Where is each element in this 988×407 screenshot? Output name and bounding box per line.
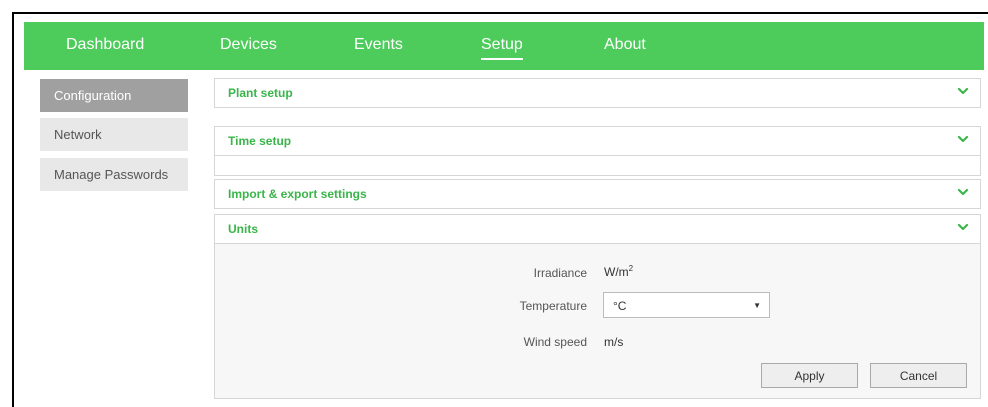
panel-title: Import & export settings	[228, 187, 367, 201]
irradiance-value: W/m2	[604, 264, 633, 279]
units-panel-body: Irradiance W/m2 Temperature °C ▼ Wind sp…	[214, 244, 981, 399]
time-setup-body	[214, 156, 981, 176]
cancel-button[interactable]: Cancel	[870, 363, 967, 388]
panel-units[interactable]: Units	[214, 214, 981, 244]
nav-events[interactable]: Events	[354, 35, 403, 55]
irradiance-label: Irradiance	[533, 266, 587, 280]
top-navbar: Dashboard Devices Events Setup About	[24, 22, 984, 70]
panel-plant-setup[interactable]: Plant setup	[214, 78, 981, 108]
irradiance-unit: W/m	[604, 265, 629, 279]
chevron-down-icon[interactable]	[956, 132, 970, 146]
irradiance-exponent: 2	[628, 264, 634, 273]
nav-setup[interactable]: Setup	[481, 35, 523, 60]
chevron-down-icon[interactable]	[956, 220, 970, 234]
panel-title: Time setup	[228, 134, 292, 148]
panel-time-setup[interactable]: Time setup	[214, 126, 981, 156]
sidebar-item-configuration[interactable]: Configuration	[40, 79, 188, 112]
wind-speed-label: Wind speed	[523, 335, 587, 349]
nav-about[interactable]: About	[604, 35, 646, 55]
panel-import-export[interactable]: Import & export settings	[214, 179, 981, 209]
sidebar-item-network[interactable]: Network	[40, 118, 188, 151]
wind-speed-value: m/s	[604, 335, 624, 349]
temperature-select[interactable]: °C ▼	[603, 292, 770, 318]
nav-devices[interactable]: Devices	[220, 35, 277, 55]
sidebar-item-manage-passwords[interactable]: Manage Passwords	[40, 158, 188, 191]
temperature-label: Temperature	[519, 299, 587, 313]
panel-title: Plant setup	[228, 86, 293, 100]
temperature-select-value: °C	[613, 299, 627, 313]
chevron-down-icon[interactable]	[956, 185, 970, 199]
apply-button[interactable]: Apply	[761, 363, 858, 388]
chevron-down-icon[interactable]	[956, 84, 970, 98]
panel-title: Units	[228, 222, 258, 236]
app-frame: Dashboard Devices Events Setup About Con…	[12, 12, 988, 407]
nav-dashboard[interactable]: Dashboard	[66, 35, 144, 55]
caret-down-icon: ▼	[753, 301, 761, 310]
